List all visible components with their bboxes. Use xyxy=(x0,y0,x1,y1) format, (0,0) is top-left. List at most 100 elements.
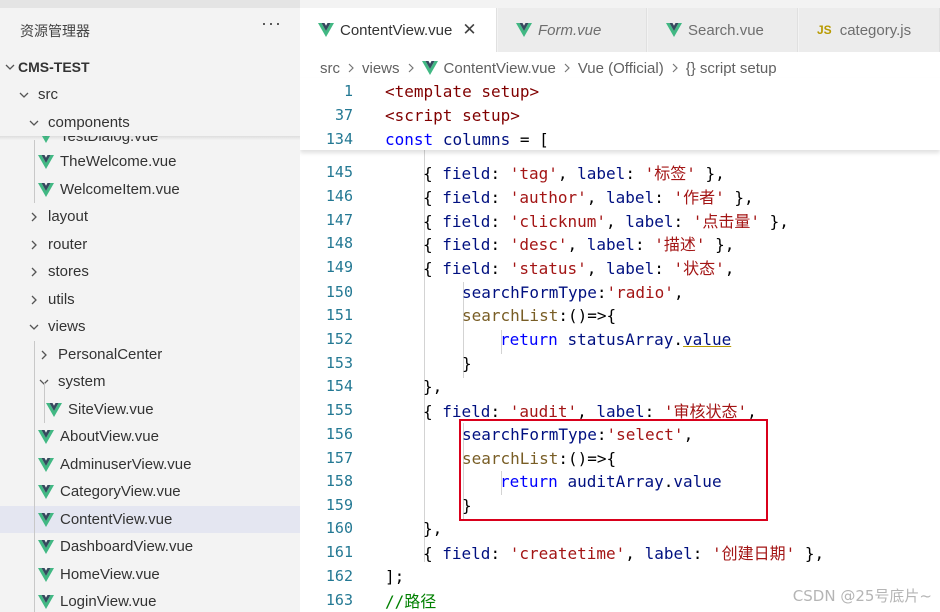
tree-item-contentview[interactable]: ContentView.vue xyxy=(0,506,300,533)
more-actions-icon[interactable]: ··· xyxy=(261,14,282,32)
tree-item-layout[interactable]: layout xyxy=(0,203,300,230)
tree-item-label: stores xyxy=(48,263,89,280)
vue-file-icon xyxy=(46,402,62,417)
vue-file-icon xyxy=(38,429,54,444)
highlight-box xyxy=(459,419,768,521)
chevron-right-icon xyxy=(26,211,42,223)
vue-file-icon xyxy=(38,457,54,472)
line-number: 1 xyxy=(343,82,353,100)
tree-item-stores[interactable]: stores xyxy=(0,258,300,285)
line-number: 151 xyxy=(325,306,353,324)
tree-item-system[interactable]: system xyxy=(0,368,300,395)
code-line[interactable]: 134 const columns = [ xyxy=(300,127,940,151)
code-line[interactable]: 1 <template setup> xyxy=(300,79,940,103)
chevron-right-icon xyxy=(562,63,572,73)
tree-item-categoryview[interactable]: CategoryView.vue xyxy=(0,478,300,505)
tab-label: ContentView.vue xyxy=(340,21,453,39)
code-text: ]; xyxy=(385,566,405,586)
tree-item-label: PersonalCenter xyxy=(58,346,163,363)
tree-item-label: components xyxy=(48,114,130,131)
line-number: 161 xyxy=(325,543,353,561)
tree-item-utils[interactable]: utils xyxy=(0,286,300,313)
tree-item-label: system xyxy=(58,373,106,390)
code-line[interactable]: 149 { field: 'status', label: '状态', xyxy=(300,255,940,279)
tab-category-js[interactable]: JS category.js xyxy=(799,8,940,52)
tree-item-adminuserview[interactable]: AdminuserView.vue xyxy=(0,451,300,478)
breadcrumb-item[interactable]: {} script setup xyxy=(686,60,777,77)
tree-item-views[interactable]: views xyxy=(0,313,300,340)
project-name: CMS-TEST xyxy=(18,58,90,75)
line-number: 163 xyxy=(325,591,353,609)
code-line[interactable]: 153 } xyxy=(300,351,940,375)
tree-item-dashboardview[interactable]: DashboardView.vue xyxy=(0,533,300,560)
breadcrumb-item[interactable]: ContentView.vue xyxy=(444,60,556,77)
vue-file-icon xyxy=(38,484,54,499)
tree-item-label: router xyxy=(48,236,88,253)
tree-item-label: layout xyxy=(48,208,89,225)
code-line[interactable]: 145 { field: 'tag', label: '标签' }, xyxy=(300,160,940,184)
code-line[interactable]: 148 { field: 'desc', label: '描述' }, xyxy=(300,231,940,255)
close-icon[interactable]: ✕ xyxy=(462,20,476,40)
tab-contentview[interactable]: ContentView.vue ✕ xyxy=(300,8,497,52)
line-number: 152 xyxy=(325,330,353,348)
project-root[interactable]: CMS-TEST xyxy=(0,53,300,80)
tab-search[interactable]: Search.vue xyxy=(648,8,798,52)
breadcrumb: src views ContentView.vue Vue (Official)… xyxy=(320,58,777,78)
breadcrumb-item[interactable]: Vue (Official) xyxy=(578,60,664,77)
vue-file-icon xyxy=(38,594,54,609)
tree-item-aboutview[interactable]: AboutView.vue xyxy=(0,423,300,450)
code-text: <template setup> xyxy=(385,81,540,101)
vue-file-icon xyxy=(38,567,54,582)
code-text: }, xyxy=(423,376,443,396)
tab-bar: ContentView.vue ✕ Form.vue Search.vue JS… xyxy=(300,0,940,52)
code-text: } xyxy=(462,353,472,373)
tree-item-label: DashboardView.vue xyxy=(60,538,194,555)
code-line[interactable]: 161 { field: 'createtime', label: '创建日期'… xyxy=(300,540,940,564)
vue-file-icon xyxy=(38,154,54,169)
code-line[interactable]: 154 }, xyxy=(300,374,940,398)
breadcrumb-item[interactable]: src xyxy=(320,60,340,77)
tab-form[interactable]: Form.vue xyxy=(498,8,647,52)
watermark: CSDN @25号底片~ xyxy=(792,587,932,605)
code-line[interactable]: 146 { field: 'author', label: '作者' }, xyxy=(300,184,940,208)
chevron-right-icon xyxy=(670,63,680,73)
tree-item-homeview[interactable]: HomeView.vue xyxy=(0,561,300,588)
chevron-right-icon xyxy=(406,63,416,73)
line-number: 150 xyxy=(325,283,353,301)
indent-guide xyxy=(34,341,35,612)
tree-item-personalcenter[interactable]: PersonalCenter xyxy=(0,341,300,368)
vue-file-icon xyxy=(421,61,438,75)
tree-item-label: AdminuserView.vue xyxy=(60,456,192,473)
explorer-sidebar: 资源管理器 ··· CMS-TEST src components TestDi… xyxy=(0,0,300,612)
tree-item-siteview[interactable]: SiteView.vue xyxy=(0,396,300,423)
breadcrumb-item[interactable]: views xyxy=(362,60,400,77)
tab-label: Search.vue xyxy=(688,21,764,39)
tree-item-thewelcome[interactable]: TheWelcome.vue xyxy=(0,148,300,175)
code-text: const columns = [ xyxy=(385,129,549,149)
code-text: { field: 'createtime', label: '创建日期' }, xyxy=(423,544,825,563)
line-number: 147 xyxy=(325,211,353,229)
tree-item-welcomeitem[interactable]: WelcomeItem.vue xyxy=(0,176,300,203)
vue-file-icon xyxy=(318,23,334,37)
code-text: searchList:()=>{ xyxy=(462,305,617,325)
code-line[interactable]: 150 searchFormType:'radio', xyxy=(300,280,940,304)
tree-item-loginview[interactable]: LoginView.vue xyxy=(0,588,300,612)
line-number: 154 xyxy=(325,377,353,395)
vue-file-icon xyxy=(516,23,532,37)
indent-guide xyxy=(44,383,45,423)
chevron-down-icon xyxy=(26,117,42,129)
tree-item-src[interactable]: src xyxy=(0,81,300,108)
js-file-icon: JS xyxy=(817,23,832,37)
indent-guide xyxy=(34,140,35,203)
tree-item-router[interactable]: router xyxy=(0,231,300,258)
chevron-right-icon xyxy=(26,239,42,251)
tree-item-components[interactable]: components xyxy=(0,109,300,136)
code-line[interactable]: 151 searchList:()=>{ xyxy=(300,303,940,327)
line-number: 148 xyxy=(325,234,353,252)
tree-item-label: views xyxy=(48,318,86,335)
code-text: { field: 'clicknum', label: '点击量' }, xyxy=(423,212,789,231)
code-line[interactable]: 147 { field: 'clicknum', label: '点击量' }, xyxy=(300,208,940,232)
code-line[interactable]: 37 <script setup> xyxy=(300,103,940,127)
code-line[interactable]: 152 return statusArray.value xyxy=(300,327,940,351)
chevron-right-icon xyxy=(26,294,42,306)
